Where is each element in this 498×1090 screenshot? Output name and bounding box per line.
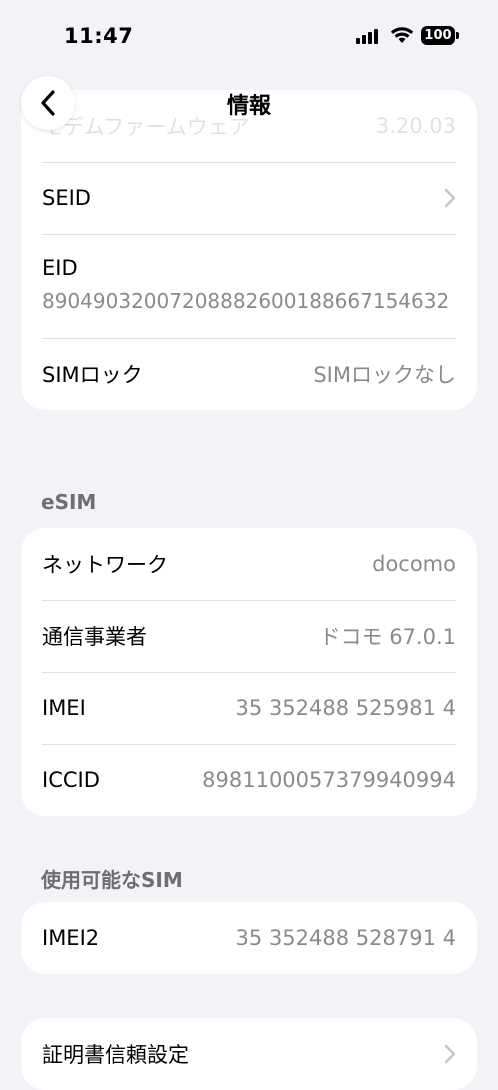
- network-value: docomo: [372, 552, 456, 576]
- imei2-label: IMEI2: [42, 926, 100, 950]
- carrier-value: ドコモ 67.0.1: [319, 625, 456, 649]
- chevron-right-icon: [444, 188, 456, 208]
- carrier-label: 通信事業者: [42, 625, 147, 649]
- certificate-trust-settings-label: 証明書信頼設定: [42, 1043, 189, 1067]
- imei2-row: IMEI2 35 352488 528791 4: [21, 902, 477, 974]
- network-label: ネットワーク: [42, 553, 168, 577]
- imei-row: IMEI 35 352488 525981 4: [21, 672, 477, 744]
- available-sim-group: IMEI2 35 352488 528791 4: [21, 902, 477, 974]
- sim-lock-value: SIMロックなし: [313, 363, 456, 387]
- seid-row[interactable]: SEID: [21, 162, 477, 234]
- imei2-value: 35 352488 528791 4: [235, 926, 456, 950]
- available-sim-section-header: 使用可能なSIM: [41, 868, 183, 892]
- chevron-right-icon: [444, 1044, 456, 1064]
- esim-group: ネットワーク docomo 通信事業者 ドコモ 67.0.1 IMEI 35 3…: [21, 528, 477, 816]
- iccid-label: ICCID: [42, 768, 100, 792]
- cellular-signal-icon: [356, 28, 378, 44]
- sim-lock-label: SIMロック: [42, 363, 143, 387]
- status-bar: 11:47 100: [0, 0, 498, 70]
- page-title: 情報: [226, 94, 271, 119]
- eid-label: EID: [42, 256, 78, 280]
- imei-value: 35 352488 525981 4: [235, 696, 456, 720]
- battery-icon: 100: [421, 26, 459, 45]
- eid-value: 89049032007208882600188667154632: [42, 289, 450, 313]
- info-group: モデムファームウェア 3.20.03 SEID EID 890490320072…: [21, 90, 477, 410]
- iccid-row: ICCID 8981100057379940994: [21, 744, 477, 816]
- carrier-row: 通信事業者 ドコモ 67.0.1: [21, 600, 477, 672]
- iccid-value: 8981100057379940994: [202, 768, 456, 792]
- certificate-trust-settings-row[interactable]: 証明書信頼設定: [21, 1018, 477, 1090]
- eid-row: EID 89049032007208882600188667154632: [21, 234, 477, 338]
- sim-lock-row: SIMロック SIMロックなし: [21, 338, 477, 410]
- seid-label: SEID: [42, 186, 91, 210]
- imei-label: IMEI: [42, 696, 86, 720]
- esim-section-header: eSIM: [41, 490, 97, 514]
- wifi-icon: [390, 27, 414, 43]
- status-time: 11:47: [64, 24, 134, 48]
- network-row: ネットワーク docomo: [21, 528, 477, 600]
- certificate-group: 証明書信頼設定: [21, 1018, 477, 1090]
